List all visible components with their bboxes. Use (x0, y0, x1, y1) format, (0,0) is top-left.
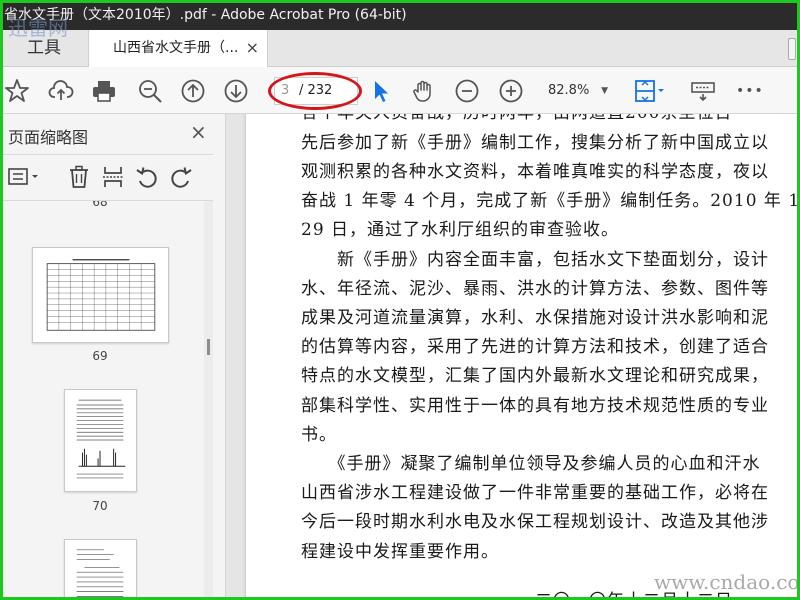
text-line: 山西省涉水工程建设做了一件非常重要的基础工作，必将在 (301, 483, 769, 503)
text-line: 新《手册》内容全面丰富，包括水文下垫面划分，设计 (301, 250, 769, 270)
text-line: 今后一段时期水利水电及水保工程规划设计、改造及其他涉 (301, 512, 769, 532)
text-line: 《手册》凝聚了编制单位领导及参编人员的心血和汗水 (301, 454, 761, 474)
text-line: 书。 (301, 425, 337, 445)
thumbnail-label: 68 (92, 201, 108, 209)
tab-bar: 工具 山西省水文手册（... × (0, 30, 800, 67)
page-current-input[interactable]: 3 (281, 78, 289, 104)
page-thumbnails-panel: 页面缩略图 × 68 69 70 (0, 114, 226, 600)
text-line: 水、年径流、泥沙、暴雨、洪水的计算方法、参数、图件等 (301, 279, 769, 299)
tab-tools[interactable]: 工具 (0, 30, 88, 66)
divider (0, 154, 213, 155)
hand-tool-icon[interactable] (411, 78, 437, 104)
window-title: 省水文手册（文本2010年）.pdf - Adobe Acrobat Pro (… (4, 7, 407, 23)
zoom-dropdown[interactable]: 82.8% ▼ (542, 77, 616, 105)
cloud-upload-icon[interactable] (48, 78, 74, 104)
chevron-down-icon: ▼ (601, 86, 608, 96)
text-line: 各个年关人员奋战，历时两年，由两道直200余至位台 (301, 114, 732, 123)
table-page-preview (46, 259, 156, 331)
text-chart-page-preview (76, 399, 126, 479)
text-line: 观测积累的各种水文资料，本着唯真唯实的科学态度，夜以 (301, 162, 769, 182)
thumbnail-list: 68 69 70 (0, 201, 204, 600)
scrollbar-thumb[interactable] (207, 339, 210, 355)
insert-page-icon[interactable] (100, 164, 126, 190)
text-line: 29 日，通过了水利厅组织的审查验收。 (301, 220, 620, 240)
rotate-clockwise-icon[interactable] (168, 164, 194, 190)
main-toolbar: 3 / 232 82.8% ▼ ••• (0, 67, 800, 114)
tab-document-label: 山西省水文手册（... (113, 40, 239, 56)
text-line: 部集科学性、实用性于一体的具有地方技术规范性质的专业 (301, 396, 769, 416)
thumbnail-options-icon[interactable] (6, 164, 42, 190)
text-line: 奋战 1 年零 4 个月，完成了新《手册》编制任务。2010 年 1 (301, 191, 800, 211)
previous-page-icon[interactable] (180, 78, 206, 104)
thumbnail-page[interactable] (64, 539, 137, 600)
document-viewer[interactable]: 各个年关人员奋战，历时两年，由两道直200余至位台 先后参加了新《手册》编制工作… (226, 114, 800, 600)
tab-close-button[interactable]: × (246, 30, 259, 66)
thumbnail-label: 70 (92, 499, 108, 513)
text-line: 成果及河道流量演算，水利、水保措施对设计洪水影响和泥 (301, 308, 769, 328)
tab-document[interactable]: 山西省水文手册（... × (88, 30, 268, 67)
keyboard-icon[interactable] (690, 78, 716, 104)
panel-title: 页面缩略图 (8, 128, 89, 147)
tab-overflow-handle[interactable] (788, 38, 796, 60)
zoom-plus-icon[interactable] (498, 78, 524, 104)
thumbnail-page[interactable] (32, 247, 169, 343)
thumbnail-scrollbar[interactable] (204, 201, 213, 600)
text-line: 特点的水文模型，汇集了国内外最新水文理论和研究成果， (301, 366, 769, 386)
trash-icon[interactable] (66, 164, 92, 190)
page-total: / 232 (299, 83, 333, 98)
zoom-value: 82.8% (548, 83, 590, 98)
zoom-out-search-icon[interactable] (137, 78, 163, 104)
document-text: 各个年关人员奋战，历时两年，由两道直200余至位台 先后参加了新《手册》编制工作… (226, 114, 800, 600)
panel-close-button[interactable]: × (190, 120, 207, 144)
text-line: 的估算等内容，采用了先进的计算方法和技术，创建了适合 (301, 337, 769, 357)
text-line: 二〇一〇年十二月十二日 (301, 586, 733, 600)
print-icon[interactable] (91, 78, 117, 104)
star-icon[interactable] (4, 78, 30, 104)
text-line: 先后参加了新《手册》编制工作，搜集分析了新中国成立以 (301, 133, 769, 153)
thumbnail-page[interactable] (64, 389, 137, 492)
select-cursor-icon[interactable] (368, 78, 394, 104)
text-page-preview (76, 549, 124, 597)
fit-page-icon[interactable] (633, 78, 669, 104)
thumbnail-label: 69 (92, 349, 108, 363)
zoom-minus-icon[interactable] (454, 78, 480, 104)
text-line: 程建设中发挥重要作用。 (301, 542, 499, 562)
next-page-icon[interactable] (223, 78, 249, 104)
thumbnail-toolbar (0, 158, 213, 198)
page-number-field[interactable]: 3 / 232 (274, 77, 358, 105)
window-title-bar: 省水文手册（文本2010年）.pdf - Adobe Acrobat Pro (… (0, 0, 800, 30)
rotate-counterclockwise-icon[interactable] (134, 164, 160, 190)
more-options-button[interactable]: ••• (736, 78, 763, 104)
